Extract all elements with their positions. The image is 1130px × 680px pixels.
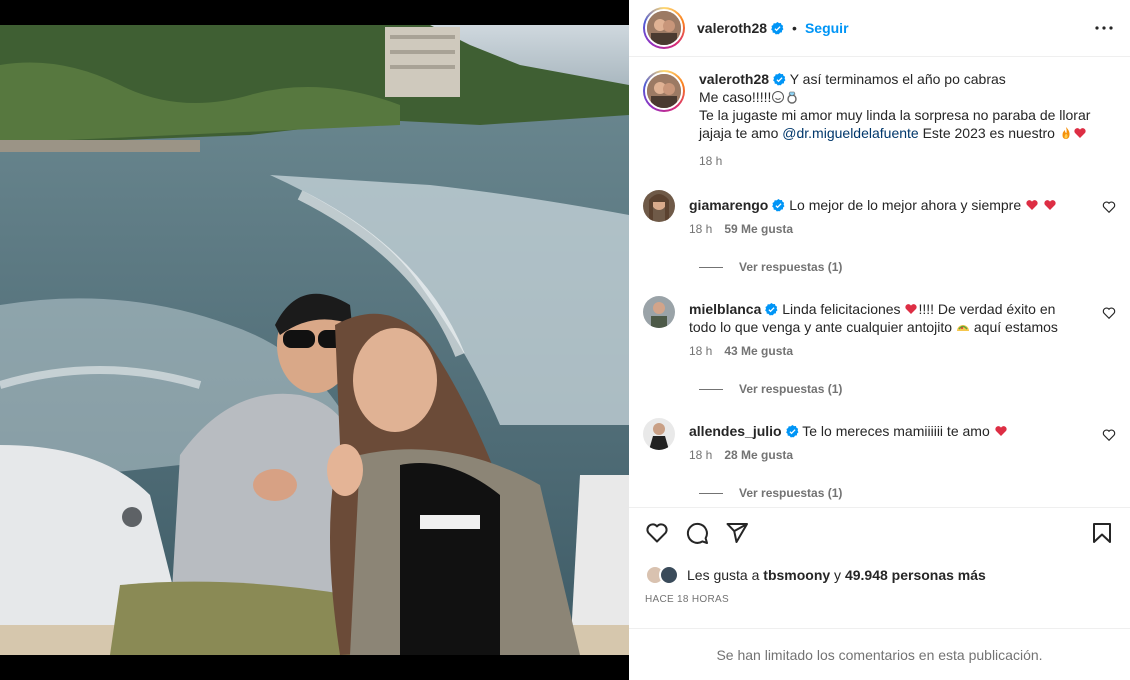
- replies-line: [699, 388, 723, 390]
- red-heart-emoji-icon: [994, 426, 1007, 436]
- caption: valeroth28 Y así terminamos el año po ca…: [643, 70, 1116, 170]
- caption-line-3-end: Este 2023 es nuestro: [918, 125, 1055, 141]
- commenter-avatar[interactable]: [643, 418, 675, 450]
- replies-line: [699, 492, 723, 494]
- view-replies-label: Ver respuestas (1): [739, 260, 843, 274]
- post-details-panel: valeroth28 • Seguir valeroth28 Y así ter…: [629, 0, 1130, 680]
- commenter-username[interactable]: giamarengo: [689, 197, 768, 213]
- view-replies-button[interactable]: Ver respuestas (1): [699, 260, 1116, 274]
- comment-text: Te lo mereces mamiiiiii te amo: [802, 423, 990, 439]
- header-separator: •: [792, 20, 797, 36]
- likes-prefix: Les gusta a: [687, 567, 764, 583]
- comment-like-heart-icon[interactable]: [1102, 428, 1116, 442]
- commenter-avatar[interactable]: [643, 296, 675, 328]
- verified-badge-icon: [771, 21, 784, 34]
- author-username[interactable]: valeroth28: [697, 20, 767, 36]
- caption-avatar[interactable]: [643, 70, 685, 112]
- likes-summary: Les gusta a tbsmoony y 49.948 personas m…: [629, 558, 1130, 592]
- post-actions-area: Les gusta a tbsmoony y 49.948 personas m…: [629, 507, 1130, 605]
- red-heart-emoji-icon: [1044, 200, 1056, 210]
- comment-item: allendes_julio Te lo mereces mamiiiiii t…: [643, 418, 1116, 464]
- post-photo[interactable]: [0, 25, 629, 655]
- view-replies-button[interactable]: Ver respuestas (1): [699, 486, 1116, 500]
- likes-text: Les gusta a tbsmoony y 49.948 personas m…: [687, 567, 986, 583]
- verified-badge-icon: [773, 73, 786, 86]
- comment-time[interactable]: 18 h: [689, 342, 712, 360]
- caption-time[interactable]: 18 h: [699, 152, 722, 170]
- likes-count[interactable]: 49.948 personas más: [845, 567, 986, 583]
- caption-line-2: Me caso!!!!!: [699, 89, 772, 105]
- comments-list[interactable]: valeroth28 Y así terminamos el año po ca…: [629, 58, 1130, 508]
- view-replies-button[interactable]: Ver respuestas (1): [699, 382, 1116, 396]
- verified-badge-icon: [772, 199, 785, 212]
- post-time-ago[interactable]: HACE 18 HORAS: [629, 594, 1130, 605]
- fire-emoji-icon: [1062, 127, 1070, 139]
- comment-likes[interactable]: 28 Me gusta: [724, 446, 793, 464]
- comment-text: Lo mejor de lo mejor ahora y siempre: [789, 197, 1022, 213]
- liker-avatars[interactable]: [645, 565, 679, 585]
- action-bar: [629, 508, 1130, 558]
- caption-username[interactable]: valeroth28: [699, 71, 769, 87]
- smile-emoji-icon: [772, 91, 785, 103]
- commenter-username[interactable]: mielblanca: [689, 301, 761, 317]
- post-header: valeroth28 • Seguir: [629, 0, 1130, 57]
- comment-item: mielblanca Linda felicitaciones !!!! De …: [643, 296, 1116, 360]
- replies-line: [699, 266, 723, 268]
- red-heart-emoji-icon: [905, 304, 918, 314]
- view-replies-label: Ver respuestas (1): [739, 382, 843, 396]
- ring-emoji-icon: [787, 91, 798, 104]
- comment-text-part-1: Linda felicitaciones: [782, 301, 901, 317]
- comment-likes[interactable]: 43 Me gusta: [724, 342, 793, 360]
- paper-plane-icon[interactable]: [725, 521, 749, 545]
- comment-time[interactable]: 18 h: [689, 220, 712, 238]
- comment-bubble-icon[interactable]: [685, 521, 709, 545]
- bookmark-icon[interactable]: [1090, 521, 1114, 545]
- caption-mention-link[interactable]: @dr.migueldelafuente: [782, 125, 918, 141]
- caption-avatar-image: [647, 74, 681, 108]
- author-avatar[interactable]: [643, 7, 685, 49]
- view-replies-label: Ver respuestas (1): [739, 486, 843, 500]
- comment-time[interactable]: 18 h: [689, 446, 712, 464]
- verified-badge-icon: [785, 425, 799, 438]
- taco-emoji-icon: [956, 325, 969, 331]
- commenter-username[interactable]: allendes_julio: [689, 423, 782, 439]
- caption-text: valeroth28 Y así terminamos el año po ca…: [699, 70, 1116, 142]
- liker-avatar: [659, 565, 679, 585]
- more-horizontal-icon[interactable]: [1092, 16, 1116, 40]
- red-heart-emoji-icon: [1074, 128, 1086, 138]
- heart-outline-icon[interactable]: [645, 521, 669, 545]
- author-avatar-image: [647, 11, 681, 45]
- follow-button[interactable]: Seguir: [805, 20, 849, 36]
- liker-username[interactable]: tbsmoony: [763, 567, 830, 583]
- caption-line-1: Y así terminamos el año po cabras: [789, 71, 1006, 87]
- comment-text-part-3: aquí estamos: [969, 319, 1058, 335]
- comments-limited-notice: Se han limitado los comentarios en esta …: [629, 628, 1130, 680]
- comment-like-heart-icon[interactable]: [1102, 306, 1116, 320]
- comment-likes[interactable]: 59 Me gusta: [724, 220, 793, 238]
- red-heart-emoji-icon: [1026, 200, 1038, 210]
- comment-item: giamarengo Lo mejor de lo mejor ahora y …: [643, 190, 1116, 238]
- verified-badge-icon: [765, 303, 778, 316]
- commenter-avatar[interactable]: [643, 190, 675, 222]
- likes-mid: y: [830, 567, 845, 583]
- post-photo-illustration: [0, 25, 629, 655]
- comment-like-heart-icon[interactable]: [1102, 200, 1116, 214]
